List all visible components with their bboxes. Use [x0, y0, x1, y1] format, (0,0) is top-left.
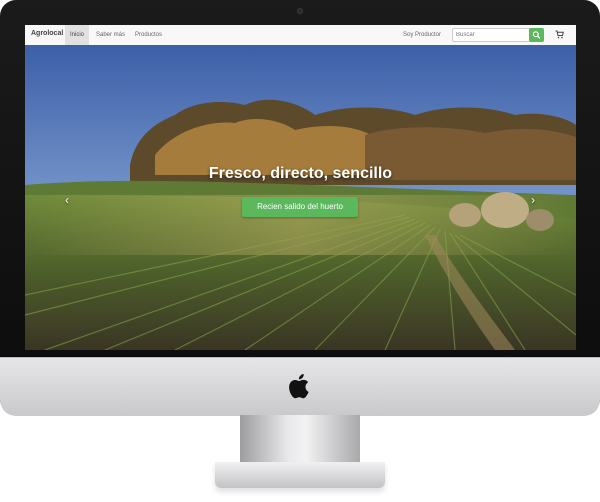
- nav-item-saber-mas[interactable]: Saber más: [91, 25, 130, 45]
- browser-viewport: Agrolocal Inicio Saber más Productos Soy…: [25, 25, 576, 350]
- camera: [297, 8, 303, 14]
- search-button[interactable]: [529, 28, 544, 42]
- carousel-next-button[interactable]: ›: [527, 193, 539, 207]
- nav-item-productos[interactable]: Productos: [130, 25, 167, 45]
- monitor-stand-base: [215, 462, 385, 488]
- carousel-indicators: [283, 343, 307, 347]
- chevron-left-icon: ‹: [65, 193, 69, 207]
- monitor-frame: Agrolocal Inicio Saber más Productos Soy…: [0, 0, 600, 416]
- search-input[interactable]: [452, 28, 532, 42]
- brand-logo[interactable]: Agrolocal: [31, 30, 63, 37]
- chevron-right-icon: ›: [531, 193, 535, 207]
- navbar: Agrolocal Inicio Saber más Productos Soy…: [25, 25, 576, 46]
- nav-item-inicio[interactable]: Inicio: [65, 25, 90, 45]
- hero-cta-button[interactable]: Recien salido del huerto: [242, 197, 358, 217]
- apple-logo-icon: [289, 374, 309, 399]
- cart-button[interactable]: [555, 30, 564, 39]
- search-icon: [532, 31, 541, 39]
- monitor-stand-neck: [240, 415, 360, 465]
- hero-headline: Fresco, directo, sencillo: [208, 165, 393, 182]
- carousel-prev-button[interactable]: ‹: [61, 193, 73, 207]
- producer-link[interactable]: Soy Productor: [403, 25, 441, 45]
- hero-carousel: Fresco, directo, sencillo Recien salido …: [25, 45, 576, 350]
- cart-icon: [555, 30, 564, 39]
